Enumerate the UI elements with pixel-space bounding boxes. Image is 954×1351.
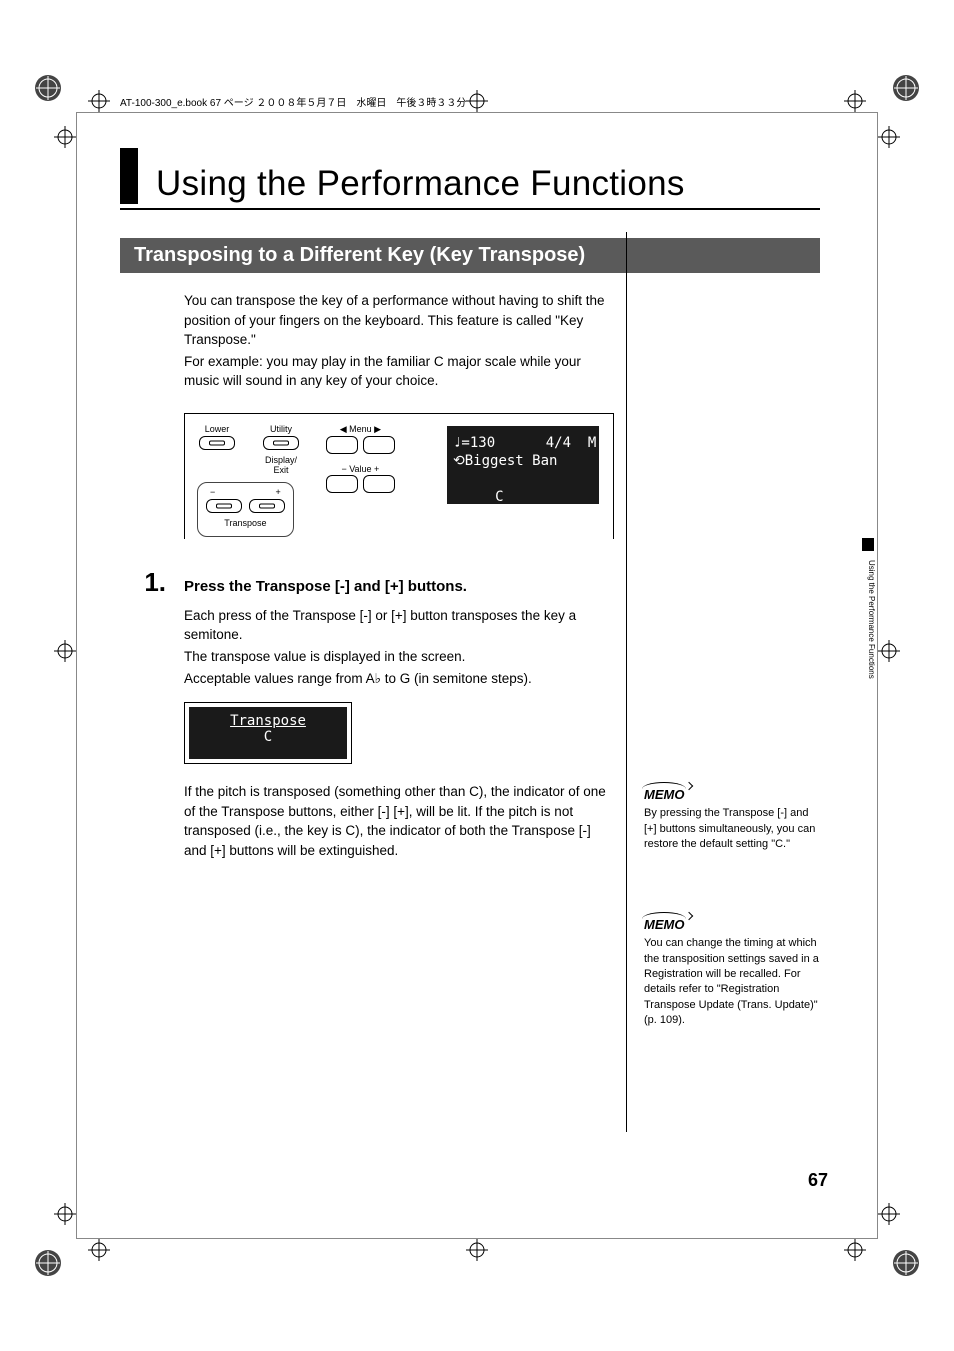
crosshair-icon	[878, 126, 900, 148]
value-minus-button-icon	[326, 475, 358, 493]
lcd-small-figure: Transpose C	[184, 702, 352, 764]
memo-text: You can change the timing at which the t…	[644, 936, 820, 1028]
transpose-minus-button-icon	[206, 499, 242, 513]
chapter-title-block: Using the Performance Functions	[120, 148, 820, 210]
memo-label: MEMO	[644, 786, 684, 804]
crosshair-icon	[878, 640, 900, 662]
transpose-label: Transpose	[204, 518, 287, 528]
chapter-title: Using the Performance Functions	[156, 164, 685, 204]
memo-text: By pressing the Transpose [-] and [+] bu…	[644, 806, 820, 852]
memo-block: MEMO You can change the timing at which …	[644, 916, 820, 1029]
plus-label: +	[276, 487, 281, 497]
thumb-tab-icon	[862, 538, 874, 551]
lcd-display: ♩=130 4/4 M: ⟲Biggest Ban C	[447, 426, 599, 504]
menu-label: ◀ Menu ▶	[325, 424, 396, 435]
step-body-2: If the pitch is transposed (something ot…	[184, 782, 614, 860]
step-paragraph: If the pitch is transposed (something ot…	[184, 782, 614, 860]
minus-label: −	[210, 487, 215, 497]
running-head: AT-100-300_e.book 67 ページ ２００８年５月７日 水曜日 午…	[120, 94, 466, 109]
column-divider	[626, 232, 627, 1132]
step-paragraph: Each press of the Transpose [-] or [+] b…	[184, 606, 614, 645]
step-heading: Press the Transpose [-] and [+] buttons.	[184, 578, 467, 595]
crosshair-icon	[844, 90, 866, 112]
lower-label: Lower	[197, 424, 237, 434]
step-paragraph: Acceptable values range from A♭ to G (in…	[184, 669, 614, 689]
menu-right-button-icon	[363, 436, 395, 454]
section-heading: Transposing to a Different Key (Key Tran…	[120, 238, 820, 273]
step-paragraph: The transpose value is displayed in the …	[184, 647, 614, 667]
thumb-tab-text: Using the Performance Functions	[867, 560, 876, 679]
value-plus-button-icon	[363, 475, 395, 493]
step-number: 1.	[120, 567, 184, 598]
utility-label: Utility	[261, 424, 301, 434]
crosshair-icon	[88, 90, 110, 112]
step-body: Each press of the Transpose [-] or [+] b…	[184, 606, 614, 688]
registration-mark-icon	[34, 1249, 62, 1277]
utility-button-icon	[263, 436, 299, 450]
memo-label: MEMO	[644, 916, 684, 934]
registration-mark-icon	[34, 74, 62, 102]
registration-mark-icon	[892, 74, 920, 102]
crosshair-icon	[844, 1239, 866, 1261]
intro-paragraph: You can transpose the key of a performan…	[184, 291, 614, 350]
title-tab-icon	[120, 148, 138, 204]
transpose-plus-button-icon	[249, 499, 285, 513]
menu-left-button-icon	[326, 436, 358, 454]
memo-block: MEMO By pressing the Transpose [-] and […	[644, 786, 820, 852]
crosshair-icon	[54, 126, 76, 148]
intro-paragraph: For example: you may play in the familia…	[184, 352, 614, 391]
intro-text: You can transpose the key of a performan…	[184, 291, 614, 391]
crosshair-icon	[466, 90, 488, 112]
registration-mark-icon	[892, 1249, 920, 1277]
value-label: − Value +	[325, 464, 396, 474]
page-number: 67	[808, 1170, 828, 1191]
crosshair-icon	[88, 1239, 110, 1261]
lower-button-icon	[199, 436, 235, 450]
crosshair-icon	[878, 1203, 900, 1225]
crosshair-icon	[54, 1203, 76, 1225]
crosshair-icon	[466, 1239, 488, 1261]
control-panel-figure: Lower Utility Display/ Exit ◀ Menu ▶ − V…	[184, 413, 614, 539]
display-exit-label: Display/ Exit	[261, 455, 301, 475]
crosshair-icon	[54, 640, 76, 662]
